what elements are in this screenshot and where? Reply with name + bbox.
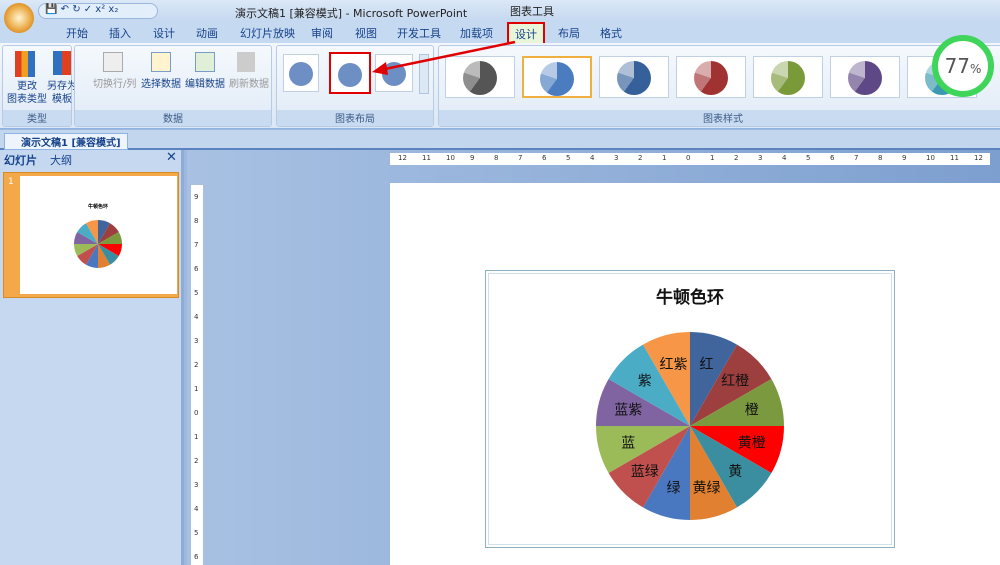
ruler-tick-label: 5 (806, 154, 811, 162)
ruler-tick-label: 9 (194, 193, 199, 201)
zoom-unit: % (970, 62, 982, 76)
ruler-tick-label: 8 (194, 217, 199, 225)
chart-object[interactable]: 牛顿色环 红红橙橙黄橙黄黄绿绿蓝绿蓝蓝紫紫红紫 (485, 270, 895, 548)
close-panel-icon[interactable]: ✕ (166, 150, 177, 165)
slice-label: 黄 (728, 463, 742, 480)
ruler-tick-label: 9 (902, 154, 907, 162)
ruler-tick-label: 6 (830, 154, 835, 162)
ruler-tick-label: 1 (710, 154, 715, 162)
ruler-tick-label: 5 (566, 154, 571, 162)
zoom-badge: 77% (932, 35, 994, 97)
ruler-tick-label: 8 (494, 154, 499, 162)
slice-label: 蓝紫 (614, 402, 642, 418)
ruler-tick-label: 10 (926, 154, 935, 162)
document-tab-bar: 演示文稿1 [兼容模式] (0, 130, 1000, 150)
thumbnail-title: 牛顿色环 (88, 203, 108, 210)
ruler-tick-label: 10 (446, 154, 455, 162)
ruler-tick-label: 6 (194, 553, 199, 561)
chart-style-6[interactable] (830, 56, 900, 98)
ruler-tick-label: 4 (590, 154, 595, 162)
ruler-tick-label: 7 (194, 241, 199, 249)
ruler-tick-label: 6 (194, 265, 199, 273)
ruler-tick-label: 3 (194, 481, 199, 489)
ruler-tick-label: 1 (194, 433, 199, 441)
ruler-tick-label: 4 (782, 154, 787, 162)
thumbnail-pie: 牛顿色环 (74, 203, 122, 268)
slice-label: 橙 (745, 402, 759, 418)
slice-label: 黄绿 (693, 480, 721, 497)
slice-label: 蓝 (621, 435, 635, 451)
slides-panel: 幻灯片 大纲 ✕ 1 牛顿色环 (0, 150, 184, 565)
ruler-tick-label: 12 (398, 154, 407, 162)
chart-style-5[interactable] (753, 56, 823, 98)
ruler-tick-label: 2 (734, 154, 739, 162)
ruler-tick-label: 11 (422, 154, 431, 162)
pie-style-icon (694, 61, 728, 95)
pie-chart: 红红橙橙黄橙黄黄绿绿蓝绿 蓝 蓝紫 紫红紫 (596, 332, 784, 520)
pie-style-icon (848, 61, 882, 95)
document-tab[interactable]: 演示文稿1 [兼容模式] (4, 133, 128, 150)
ruler-tick-label: 11 (950, 154, 959, 162)
ruler-tick-label: 2 (194, 361, 199, 369)
ruler-tick-label: 1 (662, 154, 667, 162)
ruler-tick-label: 3 (194, 337, 199, 345)
office-button[interactable] (4, 3, 34, 33)
slice-label: 紫 (638, 374, 652, 390)
ruler-tick-label: 2 (638, 154, 643, 162)
ruler-tick-label: 12 (974, 154, 983, 162)
ruler-tick-label: 3 (614, 154, 619, 162)
ruler-tick-label: 5 (194, 289, 199, 297)
annotation-arrow (372, 40, 516, 75)
slice-label: 红紫 (659, 357, 687, 373)
zoom-value: 77 (944, 54, 971, 78)
pie-style-icon (617, 61, 651, 95)
chart-style-4[interactable] (676, 56, 746, 98)
thumbnail-slide: 牛顿色环 (20, 176, 177, 294)
ruler-tick-label: 5 (194, 529, 199, 537)
ruler-tick-label: 0 (194, 409, 199, 417)
ruler-tick-label: 8 (878, 154, 883, 162)
slice-label: 红橙 (721, 374, 749, 390)
ruler-tick-label: 4 (194, 505, 199, 513)
vertical-ruler[interactable]: 9 8 7 6 5 4 3 2 1 0 1 2 3 4 5 6 (191, 185, 203, 565)
ruler-tick-label: 3 (758, 154, 763, 162)
horizontal-ruler[interactable]: 12 11 10 9 8 7 6 5 4 3 2 1 0 1 2 3 4 5 6 7 8 9 10 11 12 (390, 153, 990, 165)
ruler-tick-label: 9 (470, 154, 475, 162)
slice-label: 蓝绿 (631, 464, 659, 480)
slide-number: 1 (8, 177, 14, 187)
ruler-tick-label: 2 (194, 457, 199, 465)
tab-slides[interactable]: 幻灯片 (4, 152, 37, 168)
slide-thumbnail[interactable]: 1 牛顿色环 (3, 172, 179, 298)
ruler-tick-label: 7 (518, 154, 523, 162)
ruler-tick-label: 4 (194, 313, 199, 321)
slice-label: 黄橙 (738, 434, 766, 451)
ribbon: 更改 图表类型 另存为 模板 类型 切换行/列 选择数据 编辑数据 刷新数据 数… (0, 40, 1000, 129)
tab-chart-format[interactable]: 格式 (600, 25, 622, 41)
ruler-tick-label: 7 (854, 154, 859, 162)
ruler-tick-label: 0 (686, 154, 691, 162)
tab-outline[interactable]: 大纲 (50, 152, 72, 168)
ruler-tick-label: 6 (542, 154, 547, 162)
pie-style-icon (771, 61, 805, 95)
slice-label: 绿 (666, 481, 680, 497)
chart-style-3[interactable] (599, 56, 669, 98)
ruler-tick-label: 1 (194, 385, 199, 393)
slice-label: 红 (700, 357, 714, 373)
